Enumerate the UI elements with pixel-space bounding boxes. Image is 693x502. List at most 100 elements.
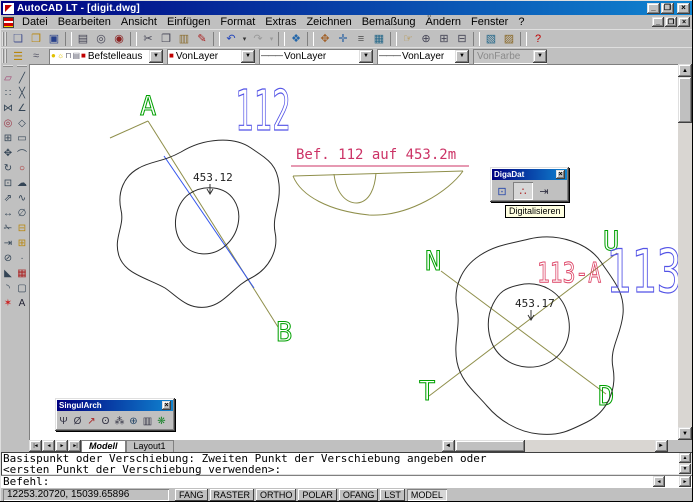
toolbar-grip[interactable]	[2, 32, 7, 46]
text-icon[interactable]: A	[15, 296, 29, 311]
pick-point-icon[interactable]: ↗	[85, 413, 98, 429]
digadat-close-icon[interactable]: ×	[556, 170, 565, 179]
trim-icon[interactable]: ✁	[1, 221, 15, 236]
marker-n[interactable]: N	[425, 246, 441, 277]
rotate-icon[interactable]: ↻	[1, 161, 15, 176]
paste-icon[interactable]: ▥	[175, 31, 193, 47]
chamfer-icon[interactable]: ◣	[1, 266, 15, 281]
tab-model[interactable]: Modell	[81, 440, 126, 452]
color-combo[interactable]: ■ VonLayer ▼	[167, 49, 255, 64]
zoom-realtime-icon[interactable]: ⊕	[417, 31, 435, 47]
offset-icon[interactable]: ◎	[1, 116, 15, 131]
contour-112-inner[interactable]	[175, 188, 238, 254]
mdi-minimize-button[interactable]: _	[652, 17, 664, 27]
scatter-points-icon[interactable]: ⁂	[113, 413, 126, 429]
rectangle-icon[interactable]: ▭	[15, 131, 29, 146]
lst-toggle[interactable]: LST	[380, 489, 405, 501]
profile-notch[interactable]	[334, 173, 376, 203]
scroll-up-button[interactable]: ▲	[678, 64, 692, 77]
digitizer-setup-icon[interactable]: ⊡	[492, 182, 512, 200]
layer-states-icon[interactable]: ≈	[27, 48, 45, 64]
cut-icon[interactable]: ✂	[139, 31, 157, 47]
model-toggle[interactable]: MODEL	[407, 489, 447, 501]
mirror-icon[interactable]: ⋈	[1, 101, 15, 116]
horizontal-scrollbar[interactable]: ◄ ►	[442, 440, 668, 452]
vertical-scroll-thumb[interactable]	[678, 77, 692, 123]
ofang-toggle[interactable]: OFANG	[339, 489, 379, 501]
menu-aendern[interactable]: Ändern	[421, 16, 466, 29]
digitize-finish-icon[interactable]: ⇥	[534, 182, 554, 200]
zoom-previous-icon[interactable]: ⊟	[453, 31, 471, 47]
site-number-113[interactable]: 113	[606, 238, 678, 308]
toolbar-grip[interactable]	[2, 49, 7, 63]
extend-icon[interactable]: ⇥	[1, 236, 15, 251]
menu-datei[interactable]: Datei	[17, 16, 53, 29]
line-icon[interactable]: ╱	[15, 71, 29, 86]
point-icon[interactable]: ∙	[15, 251, 29, 266]
zoom-tool-icon[interactable]: ⊕	[127, 413, 140, 429]
menu-format[interactable]: Format	[215, 16, 260, 29]
command-scrollbar[interactable]: ▲ ▼	[679, 453, 691, 474]
marker-b[interactable]: B	[276, 317, 292, 348]
find-icon[interactable]: ◉	[110, 31, 128, 47]
marker-t[interactable]: T	[419, 376, 435, 407]
polar-toggle[interactable]: POLAR	[298, 489, 337, 501]
undo-icon[interactable]: ↶	[222, 31, 240, 47]
print-icon[interactable]: ▤	[74, 31, 92, 47]
lineweight-combo[interactable]: ——— VonLayer ▼	[377, 49, 469, 64]
arc-icon[interactable]: ⌒	[15, 146, 29, 161]
fillet-icon[interactable]: ◝	[1, 281, 15, 296]
make-block-icon[interactable]: ⊞	[15, 236, 29, 251]
elevation-113-marker[interactable]	[528, 310, 534, 320]
spline-icon[interactable]: ∿	[15, 191, 29, 206]
circle-icon[interactable]: ○	[15, 161, 29, 176]
elevation-112[interactable]: 453.12	[193, 171, 233, 184]
scale-icon[interactable]: ⊡	[1, 176, 15, 191]
menu-hilfe[interactable]: ?	[513, 16, 529, 29]
circle-symbol-icon[interactable]: Ø	[71, 413, 84, 429]
layouts-pages-icon[interactable]: ▦	[370, 31, 388, 47]
tab-prev-button[interactable]: ◄	[42, 440, 55, 452]
pan-icon[interactable]: ☞	[399, 31, 417, 47]
column-icon[interactable]: ▥	[141, 413, 154, 429]
profile-top-line[interactable]	[293, 171, 463, 176]
scroll-down-button[interactable]: ▼	[678, 427, 692, 440]
render-icon[interactable]: ❋	[155, 413, 168, 429]
copy-object-icon[interactable]: ∷	[1, 86, 15, 101]
survey-line-nd[interactable]	[441, 271, 606, 394]
array-icon[interactable]: ⊞	[1, 131, 15, 146]
elevation-113[interactable]: 453.17	[515, 297, 555, 310]
layer-combo-arrow[interactable]: ▼	[149, 50, 163, 63]
print-preview-icon[interactable]: ◎	[92, 31, 110, 47]
polygon-icon[interactable]: ◇	[15, 116, 29, 131]
stretch-icon[interactable]: ⇗	[1, 191, 15, 206]
menu-bemassung[interactable]: Bemaßung	[357, 16, 421, 29]
track-point-icon[interactable]: ✥	[316, 31, 334, 47]
menu-ansicht[interactable]: Ansicht	[116, 16, 162, 29]
designcenter-icon[interactable]: ▨	[500, 31, 518, 47]
command-scroll-right-button[interactable]: ►	[679, 476, 691, 487]
title-bar[interactable]: AutoCAD LT - [digit.dwg] _ ❐ ×	[1, 1, 692, 15]
break-icon[interactable]: ⊘	[1, 251, 15, 266]
marker-d[interactable]: D	[598, 381, 614, 412]
menu-bearbeiten[interactable]: Bearbeiten	[53, 16, 116, 29]
command-hscroll-track[interactable]	[665, 476, 679, 487]
linetype-combo[interactable]: ——— VonLayer ▼	[259, 49, 373, 64]
scroll-right-button[interactable]: ►	[655, 440, 668, 452]
new-file-icon[interactable]: ❏	[9, 31, 27, 47]
ellipse-icon[interactable]: ∅	[15, 206, 29, 221]
open-file-icon[interactable]: ❒	[27, 31, 45, 47]
zoom-window-icon[interactable]: ⊞	[435, 31, 453, 47]
command-scroll-left-button[interactable]: ◄	[653, 476, 665, 487]
layer-combo[interactable]: ●☼⊓▤■ Befstelleaus ▼	[49, 49, 163, 64]
eplot-icon[interactable]: ❖	[287, 31, 305, 47]
match-properties-icon[interactable]: ✎	[193, 31, 211, 47]
hatch-icon[interactable]: ▦	[15, 266, 29, 281]
save-icon[interactable]: ▣	[45, 31, 63, 47]
construction-line-icon[interactable]: ╳	[15, 86, 29, 101]
insert-block-icon[interactable]: ⊟	[15, 221, 29, 236]
move-icon[interactable]: ✥	[1, 146, 15, 161]
erase-icon[interactable]: ▱	[1, 71, 15, 86]
menu-extras[interactable]: Extras	[260, 16, 301, 29]
layers-dialog-icon[interactable]: ☰	[9, 48, 27, 64]
